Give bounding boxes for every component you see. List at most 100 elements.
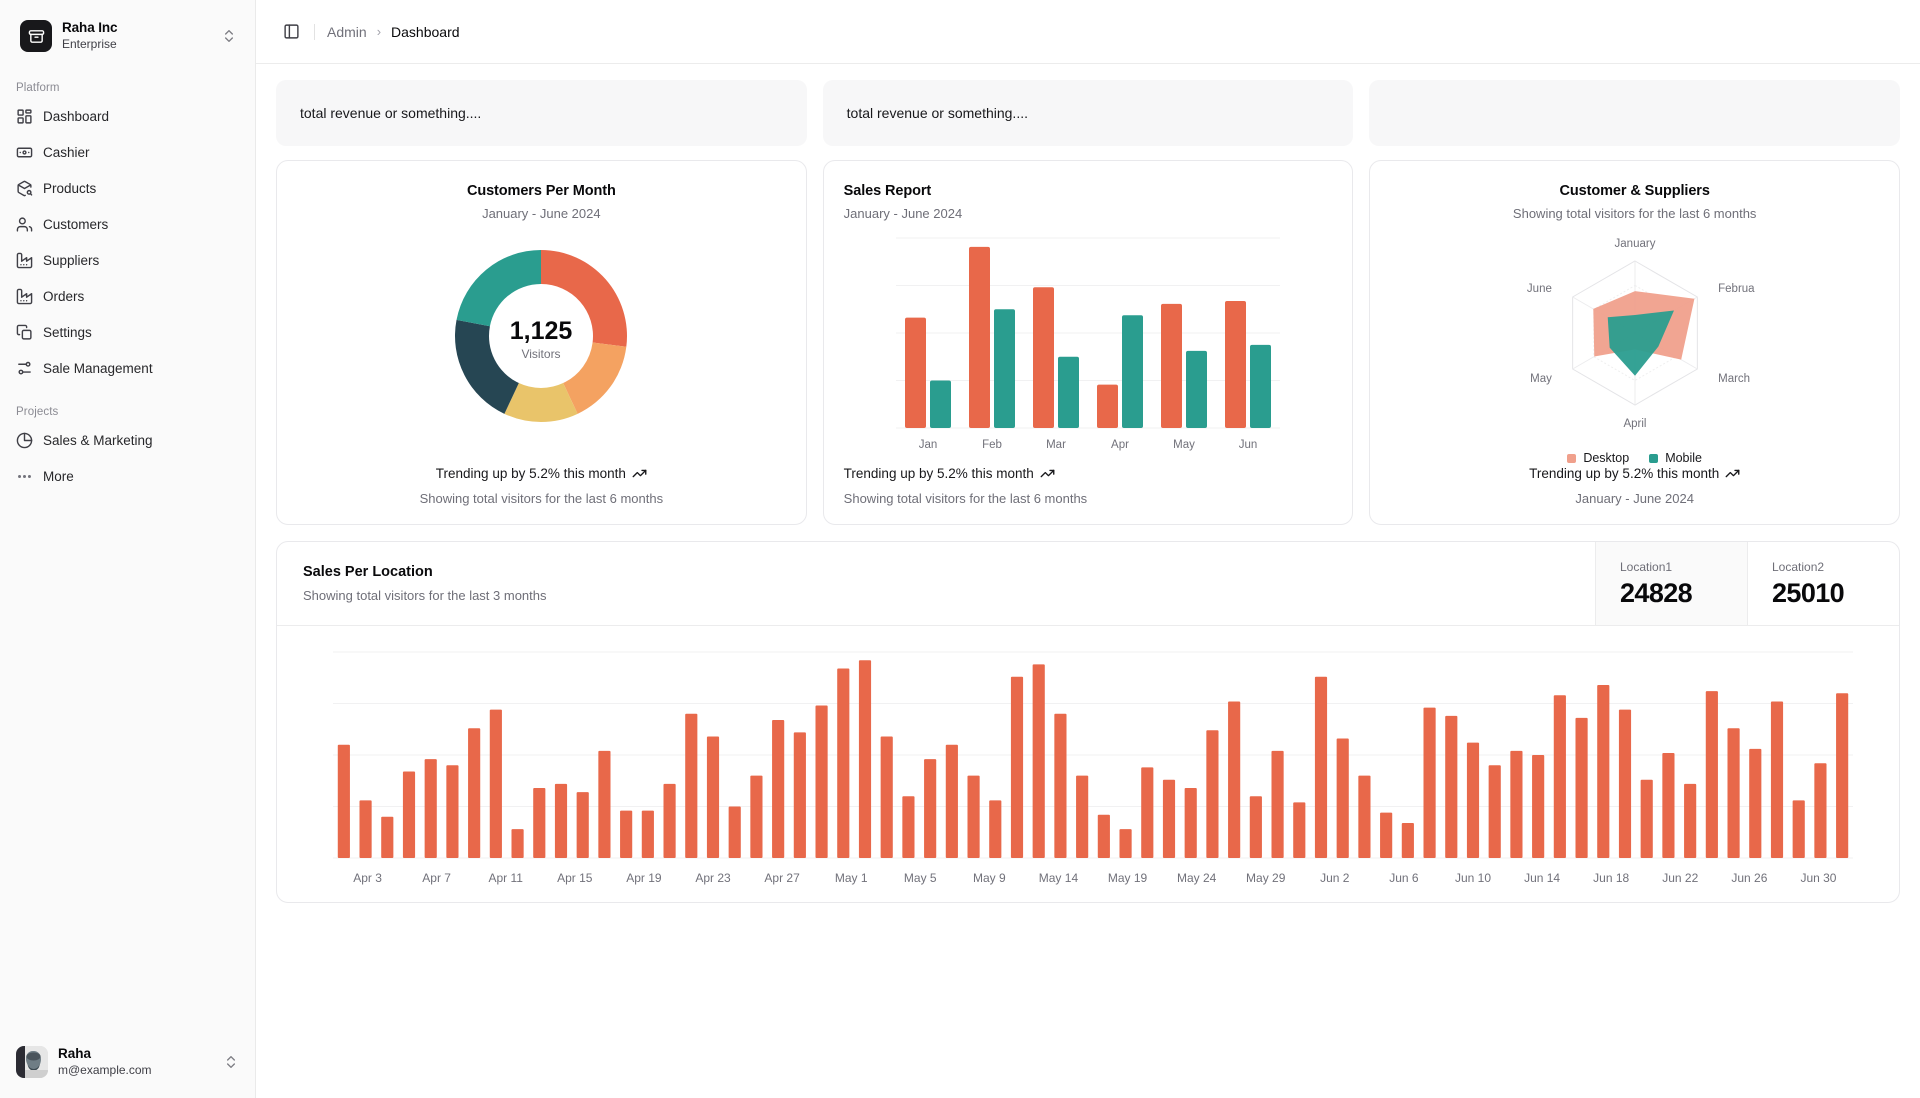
sidebar-item-customers[interactable]: Customers [8,208,247,240]
layout-dashboard-icon [16,108,33,125]
svg-text:Jun 2: Jun 2 [1320,871,1350,885]
legend-swatch [1649,453,1659,463]
location-value: 24828 [1620,578,1693,608]
trend-text: Trending up by 5.2% this month [436,466,647,481]
card-sales-report: Sales Report January - June 2024 Jan Feb M… [822,160,1354,525]
svg-text:Visitors: Visitors [522,347,561,361]
sidebar-item-label: Sales & Marketing [43,432,153,448]
sidebar-item-more[interactable]: More [8,460,247,492]
svg-text:May: May [1530,373,1552,385]
svg-text:May 24: May 24 [1177,871,1217,885]
panel-left-icon [283,23,300,40]
svg-text:Apr: Apr [1111,439,1129,451]
sidebar-nav-projects: Sales & Marketing More [0,424,255,496]
svg-text:May 29: May 29 [1246,871,1286,885]
location-stat-location2[interactable]: Location2 25010 [1747,542,1899,625]
stat-card-text: total revenue or something.... [300,105,482,121]
sidebar-item-label: Cashier [43,144,90,160]
user-name: Raha [58,1046,92,1062]
sidebar-item-label: More [43,468,74,484]
sidebar-item-label: Products [43,180,97,196]
user-email: m@example.com [58,1062,152,1077]
card-customer-and-suppliers: Customer & Suppliers Showing total visit… [1369,160,1901,525]
breadcrumb: Admin › Dashboard [327,24,460,40]
svg-text:Apr 15: Apr 15 [557,871,593,885]
sidebar-item-sale-management[interactable]: Sale Management [8,352,247,384]
card-title: Sales Per Location [303,564,433,580]
radar-chart: January Februa March April May June Desktop M… [1390,221,1879,465]
user-text: Raha m@example.com [58,1046,213,1078]
org-name: Raha Inc [62,20,118,36]
svg-text:Apr 11: Apr 11 [488,871,523,885]
sidebar-item-dashboard[interactable]: Dashboard [8,100,247,132]
trending-up-icon [632,466,647,481]
topbar: Admin › Dashboard [256,0,1920,64]
trending-up-icon [1725,466,1740,481]
donut-chart-svg: 1,125 Visitors [455,250,628,422]
ellipsis-icon [16,468,33,485]
svg-text:May: May [1173,439,1195,451]
user-menu[interactable]: Raha m@example.com [8,1038,247,1086]
sidebar-item-orders[interactable]: Orders [8,280,247,312]
legend-label: Mobile [1665,451,1703,465]
stat-card-1[interactable]: total revenue or something.... [276,80,807,146]
svg-text:April: April [1623,418,1646,430]
sidebar-item-label: Orders [43,288,85,304]
card-title: Customer & Suppliers [1559,183,1710,199]
users-icon [16,216,33,233]
breadcrumb-admin[interactable]: Admin [327,24,367,40]
sidebar-item-sales-and-marketing[interactable]: Sales & Marketing [8,424,247,456]
location-label: Location2 [1772,560,1825,574]
stat-card-3[interactable] [1369,80,1901,146]
legend-swatch [1567,453,1577,463]
footer-subtext: Showing total visitors for the last 6 mo… [419,491,664,506]
card-subtitle: Showing total visitors for the last 3 mo… [303,588,547,603]
trending-up-icon [1040,466,1055,481]
stat-card-2[interactable]: total revenue or something.... [822,80,1354,146]
sidebar-item-cashier[interactable]: Cashier [8,136,247,168]
trend-text: Trending up by 5.2% this month [844,466,1055,481]
card-footer: Trending up by 5.2% this month January -… [1390,465,1879,506]
svg-text:May 5: May 5 [904,871,937,885]
svg-text:Jun: Jun [1239,439,1258,451]
dashboard-content: total revenue or something.... total rev… [256,64,1920,1098]
sidebar-toggle-button[interactable] [276,17,306,47]
card-header: Sales Report January - June 2024 [844,183,1333,221]
sidebar-item-label: Dashboard [43,108,110,124]
header-titles: Sales Per Location Showing total visitor… [277,542,1595,625]
sidebar-footer: Raha m@example.com [0,1028,255,1098]
svg-text:January: January [1614,238,1655,250]
bar-chart: Jan Feb Mar Apr May Jun [844,221,1333,465]
card-customers-per-month: Customers Per Month January - June 2024 … [276,160,807,525]
sidebar-group-label-projects: Projects [16,406,59,418]
banknote-icon [16,144,33,161]
sidebar-item-label: Suppliers [43,252,100,268]
trend-label: Trending up by 5.2% this month [843,466,1034,481]
sidebar-item-suppliers[interactable]: Suppliers [8,244,247,276]
svg-text:Jun 18: Jun 18 [1593,871,1629,885]
factory-icon [16,252,33,269]
trend-text: Trending up by 5.2% this month [1529,466,1740,481]
org-switcher[interactable]: Raha Inc Enterprise [8,8,247,64]
svg-text:Mar: Mar [1046,439,1066,451]
svg-text:May 9: May 9 [973,871,1006,885]
factory-icon [16,288,33,305]
svg-text:Februa: Februa [1718,283,1755,295]
sidebar-item-settings[interactable]: Settings [8,316,247,348]
sidebar-item-label: Settings [43,324,92,340]
sidebar-item-products[interactable]: Products [8,172,247,204]
location-stat-location1[interactable]: Location1 24828 [1595,542,1747,625]
chevrons-up-down-icon [223,1054,239,1070]
avatar [16,1046,48,1078]
svg-text:Jan: Jan [919,439,938,451]
legend-item-desktop[interactable]: Desktop [1567,451,1629,465]
legend-item-mobile[interactable]: Mobile [1649,451,1702,465]
svg-text:Apr 23: Apr 23 [695,871,731,885]
sales-report-chart-svg: Jan Feb Mar Apr May Jun [896,237,1280,451]
dashboard-app: Raha Inc Enterprise Platform Dashboard C… [0,0,1920,1098]
svg-text:Jun 10: Jun 10 [1455,871,1491,885]
card-title: Sales Report [843,183,932,199]
card-title: Customers Per Month [466,183,616,199]
radar-legend: Desktop Mobile [1567,451,1702,465]
card-sales-per-location: Sales Per Location Showing total visitor… [276,541,1900,903]
